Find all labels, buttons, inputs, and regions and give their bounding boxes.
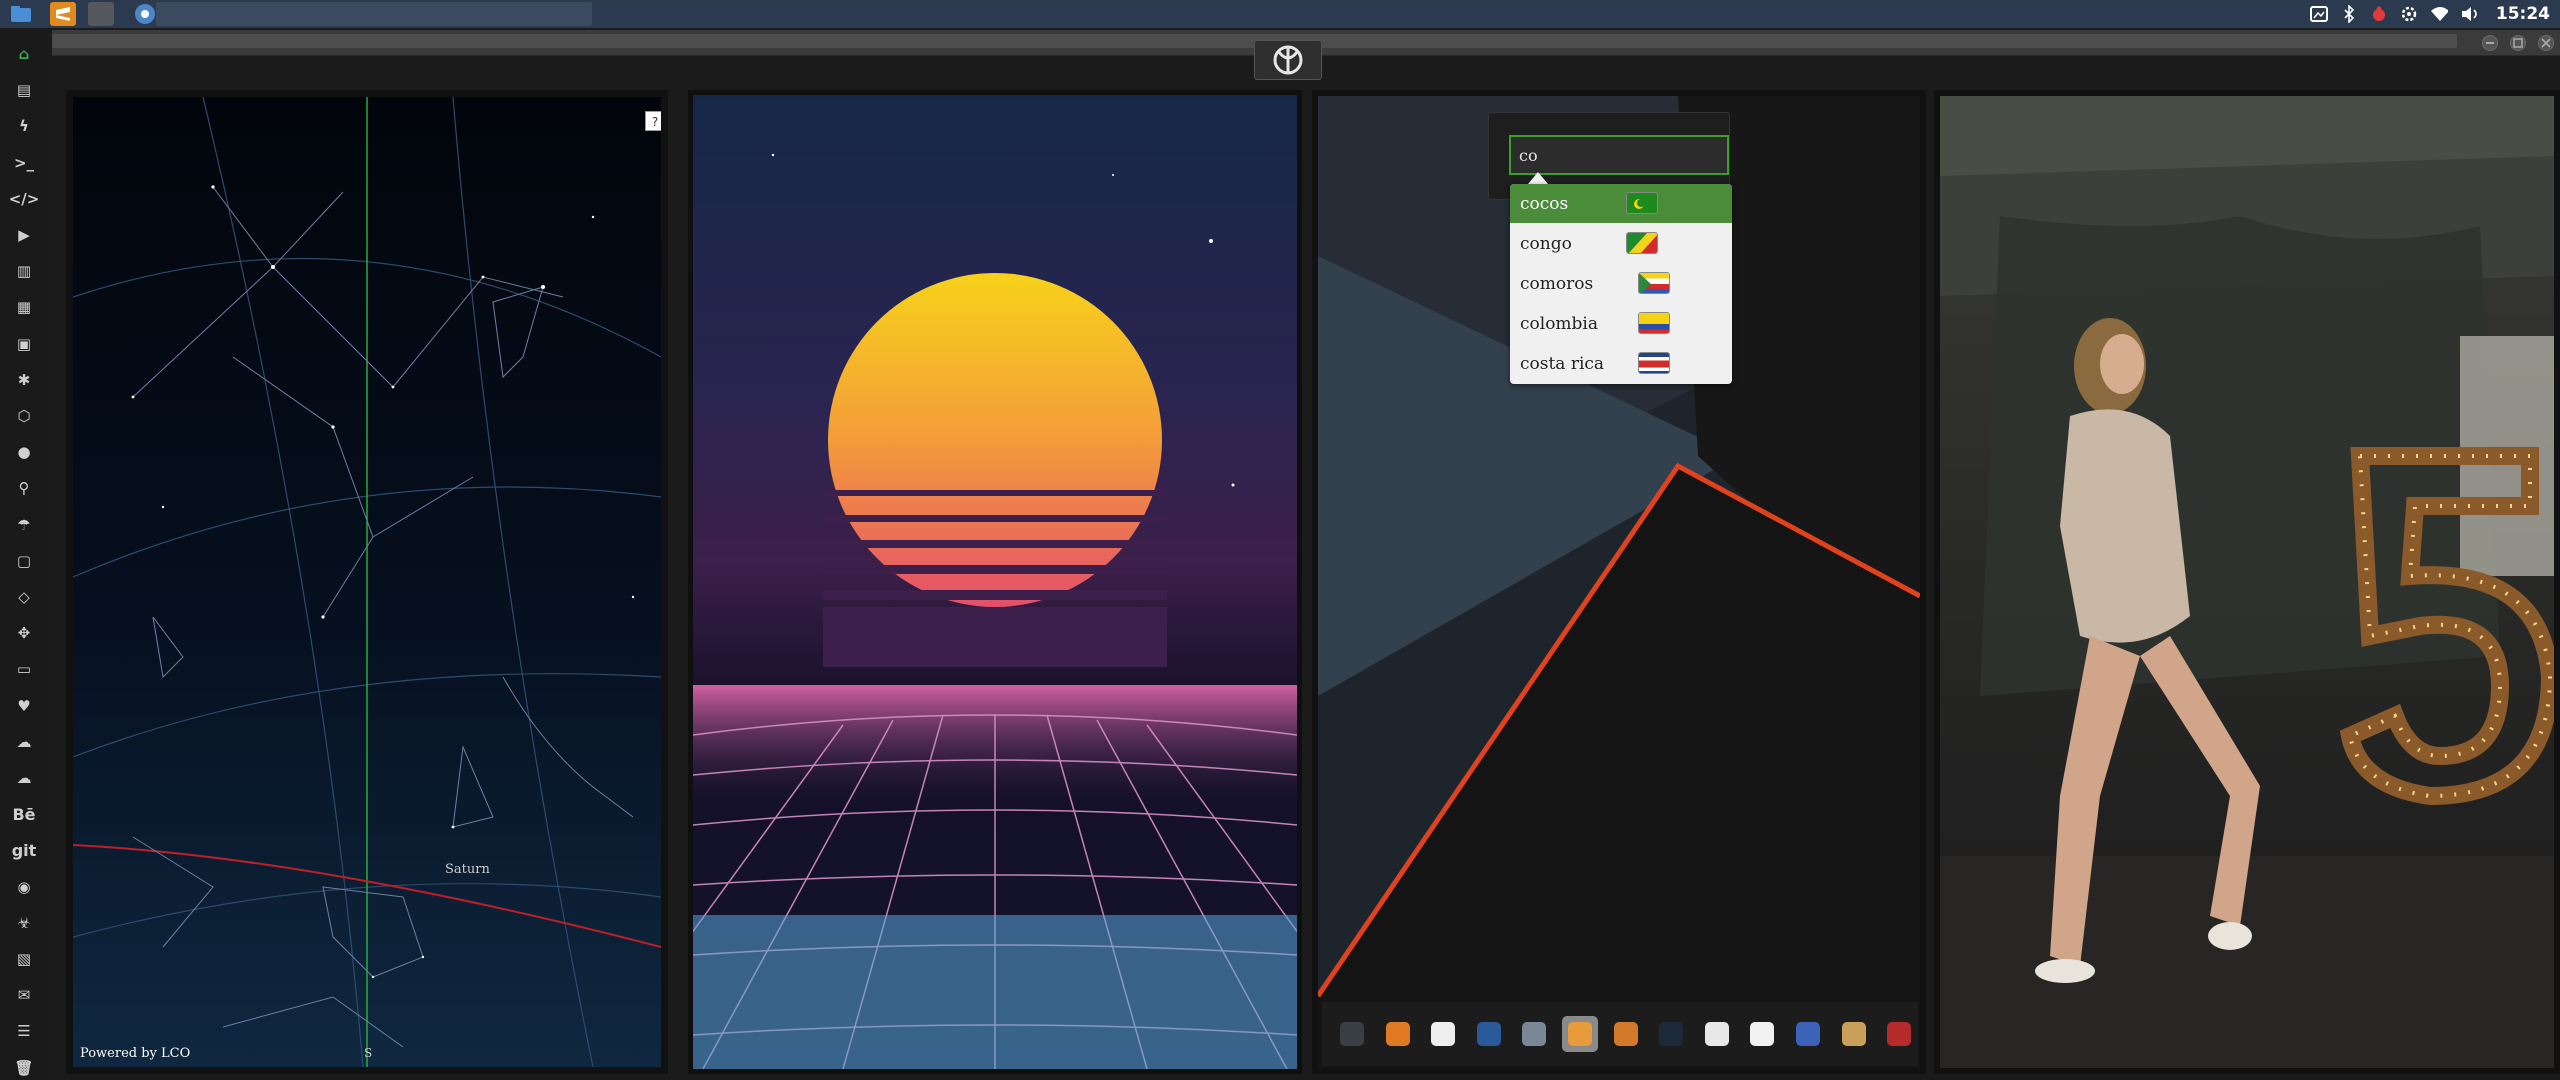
map-icon[interactable]: ▧ [12,947,36,971]
calendar-icon[interactable] [1425,1016,1461,1052]
suggestion-label: congo [1520,233,1572,254]
powered-by-credit[interactable]: Powered by LCO [80,1046,190,1061]
bluetooth-icon[interactable] [2340,5,2358,23]
heart-icon[interactable]: ♥ [12,694,36,718]
country-search-input[interactable] [1509,135,1729,175]
sidebar-item-label: git [11,840,37,860]
top-panel: 15:24 [0,0,2560,28]
help-button[interactable]: ? [645,111,661,131]
sublime-icon[interactable] [1380,1016,1416,1052]
document-icon[interactable]: ▤ [12,78,36,102]
minimize-button[interactable] [2482,35,2498,51]
github-icon[interactable]: ◉ [12,875,36,899]
photos-icon[interactable] [1608,1016,1644,1052]
rebel-emblem-icon[interactable] [1254,40,1322,80]
hexagon-icon[interactable]: ⬡ [12,404,36,428]
settings-icon[interactable]: ✱ [12,368,36,392]
suggestion-colombia[interactable]: colombia [1510,304,1732,343]
system-tray: 15:24 [2309,0,2550,28]
play-icon[interactable]: ▶ [12,223,36,247]
sidebar-item-label: Bē [12,804,36,824]
suggestion-label: colombia [1520,313,1599,334]
synthwave-graphic [693,153,1297,1069]
app-window-icon[interactable] [88,2,114,26]
pyramid-icon[interactable] [1836,1016,1872,1052]
desktop: 15:24 ⌂ ▤ ϟ >_ </> ▶ ▥ ▦ ▣ ✱ ⬡ ● ⚲ ☂ ▢ ◇ ✥ ▭ ♥ ☁ ☁ Bē git ◉ ☣ ▧ ✉ ☰… [0,0,2560,1080]
suggestion-list: cocos congo comoros colombia costa rica [1510,184,1732,384]
git-icon[interactable]: git [11,838,37,862]
globe-icon[interactable]: ● [12,440,36,464]
synthwave-wallpaper-panel [688,90,1302,1074]
suggestion-label: comoros [1520,273,1594,294]
clock-icon[interactable] [1516,1016,1552,1052]
left-dock: ⌂ ▤ ϟ >_ </> ▶ ▥ ▦ ▣ ✱ ⬡ ● ⚲ ☂ ▢ ◇ ✥ ▭ ♥ ☁ ☁ Bē git ◉ ☣ ▧ ✉ ☰ 🗑 [0,28,48,1080]
flag-congo-icon [1626,232,1658,254]
volume-icon[interactable] [2460,5,2478,23]
red-a-icon[interactable] [1881,1016,1917,1052]
flag-comoros-icon [1638,272,1670,294]
bug-icon[interactable] [2370,5,2388,23]
image-icon[interactable]: ▦ [12,295,36,319]
star-chart-graphic [73,97,661,1067]
blue-circle-icon[interactable] [1790,1016,1826,1052]
flag-cocos-islands-icon [1626,192,1658,214]
contact-icon[interactable]: ▢ [12,549,36,573]
trash-icon[interactable]: 🗑 [12,1056,36,1080]
flask-icon[interactable] [1699,1016,1735,1052]
flag-colombia-icon [1638,312,1670,334]
calculator-icon[interactable] [1334,1016,1370,1052]
suggestion-congo[interactable]: congo [1510,224,1732,263]
umbrella-icon[interactable]: ☂ [12,513,36,537]
globe-icon[interactable] [1471,1016,1507,1052]
code-icon[interactable]: </> [9,187,40,211]
bolt-icon[interactable]: ϟ [12,114,36,138]
earth-icon[interactable] [1653,1016,1689,1052]
app-launcher-dock [1322,1002,1918,1066]
photo-wallpaper-panel [1934,90,2560,1074]
home-icon[interactable]: ⌂ [12,42,36,66]
settings-gear-icon[interactable] [2400,5,2418,23]
translate-icon[interactable]: ▥ [12,259,36,283]
list-icon[interactable]: ☰ [12,1019,36,1043]
search-icon[interactable] [1562,1016,1598,1052]
files-icon[interactable] [8,2,34,26]
star-chart-panel[interactable]: ? [66,90,668,1074]
biohazard-icon[interactable]: ☣ [12,911,36,935]
suggestion-label: cocos [1520,193,1569,214]
close-button[interactable] [2538,35,2554,51]
behance-icon[interactable]: Bē [12,802,36,826]
wifi-icon[interactable] [2430,5,2448,23]
chrome-icon[interactable] [132,2,158,26]
search-icon[interactable]: ⚲ [12,476,36,500]
sheet-icon[interactable] [1744,1016,1780,1052]
suggestion-comoros[interactable]: comoros [1510,264,1732,303]
photo-graphic [1940,96,2554,1068]
tag-icon[interactable]: ◇ [12,585,36,609]
sublime-text-icon[interactable] [50,2,76,26]
news-icon[interactable]: ▣ [12,332,36,356]
screenshot-icon[interactable] [2309,5,2328,23]
suggestion-costa-rica[interactable]: costa rica [1510,344,1732,383]
suggestion-pointer [1528,172,1548,184]
youtube-icon[interactable]: ▭ [12,657,36,681]
taskbar-window-list[interactable] [156,2,592,26]
terminal-icon[interactable]: >_ [12,151,36,175]
suggestion-cocos[interactable]: cocos [1510,184,1732,223]
mail-icon[interactable]: ✉ [12,983,36,1007]
flag-costa-rica-icon [1638,352,1670,374]
cloud-icon[interactable]: ☁ [12,766,36,790]
clock[interactable]: 15:24 [2496,4,2550,24]
direction-south-label: S [364,1046,373,1060]
maximize-button[interactable] [2510,35,2526,51]
cloud-outline-icon[interactable]: ☁ [12,730,36,754]
saturn-label: Saturn [445,862,490,877]
suggestion-label: costa rica [1520,353,1605,374]
fullscreen-icon[interactable]: ✥ [12,621,36,645]
